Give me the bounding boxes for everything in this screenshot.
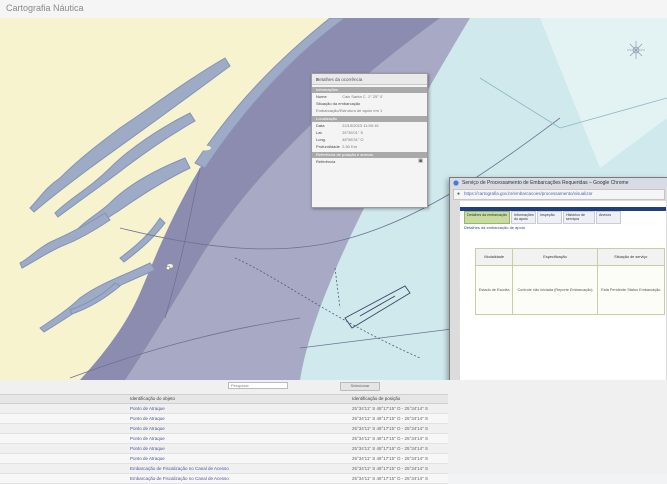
column-header-situacao: Situação de serviço (596, 248, 666, 266)
details-table-header: Modalidade Especificação Situação de ser… (474, 248, 666, 266)
position-cell: 25°34'11" S 48°17'15" O - 25°34'14" S (352, 436, 428, 441)
table-row[interactable]: Ponto de Atraque 25°34'11" S 48°17'15" O … (0, 444, 448, 454)
position-cell: 25°34'11" S 48°17'15" O - 25°34'14" S (352, 446, 428, 451)
feature-date-value: 22/10/2013 11:50:15 (342, 123, 379, 128)
browser-title: Serviço de Processamento de Embarcações … (462, 180, 629, 186)
cell-especificacao: Controle não iniciada (Reporte Embarcaçã… (512, 265, 598, 315)
results-toolbar: Pesquisar Selecionar (0, 380, 667, 392)
lock-icon: ● (457, 191, 461, 197)
position-cell: 25°34'11" S 48°17'15" O - 25°34'14" S (352, 476, 428, 481)
table-row[interactable]: Ponto de Atraque 25°34'11" S 48°17'15" O … (0, 454, 448, 464)
search-input[interactable]: Pesquisar (228, 382, 288, 389)
position-cell: 25°34'11" S 48°17'15" O - 25°34'14" S (352, 426, 428, 431)
feature-type-value: Embarcação/Estrutura de apoio em 1 (316, 108, 383, 113)
object-cell: Ponto de Atraque (130, 406, 165, 411)
position-cell: 25°34'11" S 48°17'15" O - 25°34'14" S (352, 466, 428, 471)
feature-date-row: Data 22/10/2013 11:50:15 (312, 122, 427, 129)
feature-name-row: Nome Cais Santa C. 1° 25° 0' (312, 93, 427, 100)
content-subtitle: Detalhes da embarcação de apoio (464, 225, 525, 230)
column-header-especificacao: Especificação (512, 248, 598, 266)
buoy-icon[interactable] (165, 265, 171, 271)
feature-lat-row: Lat. 25°35'01" S (312, 129, 427, 136)
feature-panel-titlebar: Detalhes da ocorrência × (312, 74, 427, 85)
position-cell: 25°34'11" S 48°17'15" O - 25°34'14" S (352, 416, 428, 421)
table-row[interactable]: Ponto de Atraque 25°34'11" S 48°17'15" O … (0, 404, 448, 414)
feature-lon-value: 48°58'31" O (342, 137, 364, 142)
feature-reference-label: Referência (316, 159, 336, 164)
feature-type-value-row: Embarcação/Estrutura de apoio em 1 (312, 107, 427, 114)
tab-detalhes[interactable]: Detalhes da embarcação (464, 211, 510, 224)
object-cell: Ponto de Atraque (130, 426, 165, 431)
browser-address-bar[interactable]: ● https://cartografia.gov.br/embarcacoes… (453, 189, 665, 200)
position-cell: 25°34'11" S 48°17'15" O - 25°34'14" S (352, 406, 428, 411)
details-table: Modalidade Especificação Situação de ser… (474, 248, 666, 315)
column-header-object: Identificação do objeto (130, 396, 176, 401)
feature-depth-label: Profundidade (316, 144, 340, 149)
table-row[interactable]: Ponto de Atraque 25°34'11" S 48°17'15" O … (0, 434, 448, 444)
cell-modalidade: Estado de Escolta (474, 265, 514, 315)
column-header-modalidade: Modalidade (474, 248, 514, 266)
object-cell: Ponto de Atraque (130, 416, 165, 421)
object-cell: Ponto de Atraque (130, 446, 165, 451)
feature-lat-value: 25°35'01" S (342, 130, 364, 135)
results-table-body: Ponto de Atraque 25°34'11" S 48°17'15" O … (0, 404, 448, 484)
object-cell: Ponto de Atraque (130, 436, 165, 441)
browser-titlebar: Serviço de Processamento de Embarcações … (450, 178, 667, 188)
app-title: Cartografia Náutica (6, 3, 84, 13)
close-icon[interactable]: × (316, 77, 424, 82)
browser-url[interactable]: https://cartografia.gov.br/embarcacoes/p… (464, 191, 592, 196)
feature-name-label: Nome (316, 94, 327, 99)
feature-type-label: Situação da embarcação (316, 101, 361, 106)
object-cell: Embarcação de Fiscalização no Canal de A… (130, 466, 229, 471)
feature-reference-row: Referência ▣ (312, 158, 427, 165)
table-row[interactable]: Ponto de Atraque 25°34'11" S 48°17'15" O … (0, 414, 448, 424)
select-button[interactable]: Selecionar (340, 382, 380, 391)
feature-lon-label: Long. (316, 137, 327, 142)
cell-situacao: Está Pendente Status Embarcação (596, 265, 666, 315)
object-cell: Ponto de Atraque (130, 456, 165, 461)
feature-name-value: Cais Santa C. 1° 25° 0' (342, 94, 383, 99)
feature-depth-value: 2,50 Km (342, 144, 358, 149)
app-title-bar: Cartografia Náutica (0, 0, 667, 19)
tab-informacoes[interactable]: Informações do apoio (511, 211, 536, 224)
tab-inspecao[interactable]: Inspeção (537, 211, 562, 224)
feature-lon-row: Long. 48°58'31" O (312, 136, 427, 143)
feature-info-panel: Detalhes da ocorrência × Informações Nom… (311, 73, 428, 208)
column-header-position: Identificação de posição (352, 396, 401, 401)
tab-anexos[interactable]: Anexos (596, 211, 621, 224)
feature-lat-label: Lat. (316, 130, 323, 135)
browser-app-icon (453, 180, 459, 186)
object-cell: Embarcação de Fiscalização no Canal de A… (130, 476, 229, 481)
position-cell: 25°34'11" S 48°17'15" O - 25°34'14" S (352, 456, 428, 461)
feature-type-label-row: Situação da embarcação (312, 100, 427, 107)
feature-date-label: Data (316, 123, 325, 128)
results-panel: Pesquisar Selecionar Identificação do ob… (0, 380, 667, 484)
table-row[interactable]: Embarcação de Fiscalização no Canal de A… (0, 464, 448, 474)
table-row[interactable]: Ponto de Atraque 25°34'11" S 48°17'15" O … (0, 424, 448, 434)
results-table-header: Identificação do objeto Identificação de… (0, 394, 448, 404)
feature-depth-row: Profundidade 2,50 Km (312, 143, 427, 150)
table-row[interactable]: Embarcação de Fiscalização no Canal de A… (0, 474, 448, 484)
tab-historico[interactable]: Histórico de serviços (563, 211, 595, 224)
attachment-icon[interactable]: ▣ (418, 158, 423, 165)
table-row[interactable]: Estado de Escolta Controle não iniciada … (474, 265, 666, 315)
